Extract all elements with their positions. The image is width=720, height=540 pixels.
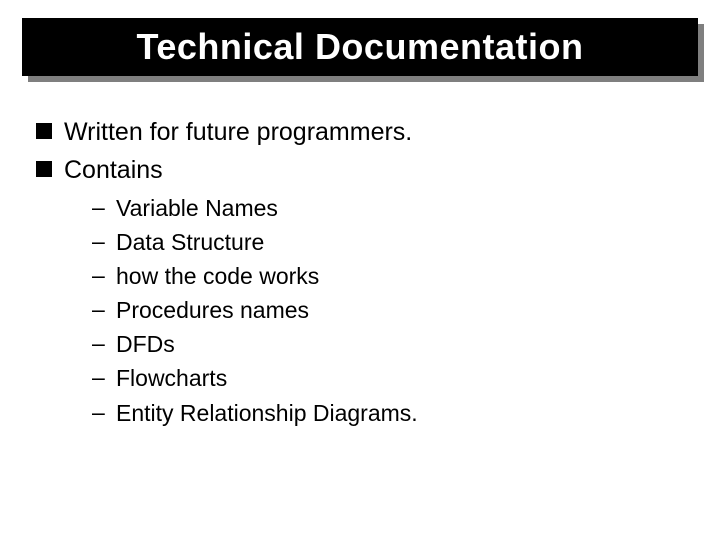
bullet-text: Written for future programmers. [64, 116, 412, 150]
dash-bullet-icon: – [92, 294, 116, 325]
square-bullet-icon [36, 123, 52, 139]
list-item: Written for future programmers. [36, 116, 684, 150]
page-title: Technical Documentation [137, 26, 584, 68]
sub-item-text: Entity Relationship Diagrams. [116, 397, 418, 429]
list-item: – how the code works [92, 260, 684, 292]
sub-item-text: DFDs [116, 328, 175, 360]
list-item: – Flowcharts [92, 362, 684, 394]
list-item: Contains [36, 154, 684, 188]
title-bar: Technical Documentation [22, 18, 698, 76]
sub-item-text: how the code works [116, 260, 319, 292]
sub-item-text: Data Structure [116, 226, 264, 258]
dash-bullet-icon: – [92, 397, 116, 428]
bullet-text: Contains [64, 154, 163, 188]
list-item: – Variable Names [92, 192, 684, 224]
dash-bullet-icon: – [92, 260, 116, 291]
list-item: – Entity Relationship Diagrams. [92, 397, 684, 429]
dash-bullet-icon: – [92, 328, 116, 359]
content-area: Written for future programmers. Contains… [36, 116, 684, 431]
sub-item-text: Procedures names [116, 294, 309, 326]
list-item: – Procedures names [92, 294, 684, 326]
dash-bullet-icon: – [92, 192, 116, 223]
list-item: – DFDs [92, 328, 684, 360]
sub-list: – Variable Names – Data Structure – how … [92, 192, 684, 429]
sub-item-text: Variable Names [116, 192, 278, 224]
list-item: – Data Structure [92, 226, 684, 258]
sub-item-text: Flowcharts [116, 362, 227, 394]
dash-bullet-icon: – [92, 226, 116, 257]
dash-bullet-icon: – [92, 362, 116, 393]
title-container: Technical Documentation [22, 18, 698, 76]
square-bullet-icon [36, 161, 52, 177]
